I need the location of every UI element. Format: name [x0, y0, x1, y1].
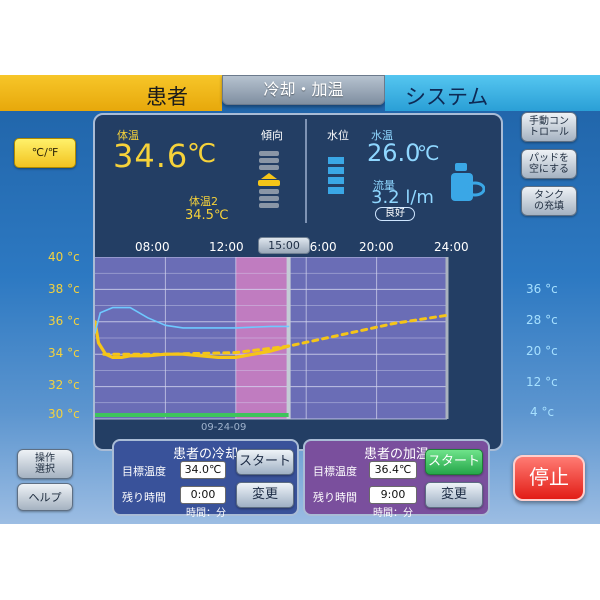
operation-select-button[interactable]: 操作 選択	[17, 449, 73, 479]
body-temp2-value: 34.5℃	[185, 208, 229, 223]
patient-heating-panel: 患者の加温 目標温度 36.4℃ 残り時間 9:00 時間：分 スタート 変更	[303, 439, 490, 519]
heating-target-field[interactable]: 36.4℃	[369, 461, 417, 479]
left-axis-tick-34: 34 °c	[48, 346, 80, 360]
left-axis-tick-36: 36 °c	[48, 314, 80, 328]
status-panel: 体温 34.6 ℃ 傾向 体温2 34.5℃ 水位 水温 26.0 ℃ 流量 3…	[93, 113, 503, 451]
fill-tank-label-2: の充填	[534, 201, 564, 212]
left-axis-tick-32: 32 °c	[48, 378, 80, 392]
water-level-label: 水位	[327, 129, 349, 142]
time-label-0800: 08:00	[135, 240, 170, 254]
right-axis-tick-20: 20 °c	[526, 344, 558, 358]
cooling-start-button[interactable]: スタート	[236, 449, 294, 475]
temperature-chart: 09-24-09	[95, 257, 449, 433]
unit-toggle-button[interactable]: ℃/℉	[14, 138, 76, 168]
manual-control-button[interactable]: 手動コン トロール	[521, 112, 577, 142]
cooling-target-label: 目標温度	[122, 465, 166, 478]
app-window: 患者 冷却・加温 システム ℃/℉ 操作 選択 ヘルプ 手動コン トロール パッ…	[0, 75, 600, 524]
heating-remaining-field[interactable]: 9:00	[369, 486, 417, 504]
heating-start-button[interactable]: スタート	[425, 449, 483, 475]
help-button[interactable]: ヘルプ	[17, 483, 73, 511]
flow-value: 3.2 l/m	[371, 187, 434, 208]
time-label-2000: 20:00	[359, 240, 394, 254]
manual-control-label-1: 手動コン	[529, 116, 569, 127]
patient-cooling-panel: 患者の冷却 目標温度 34.0℃ 残り時間 0:00 時間：分 スタート 変更	[112, 439, 299, 519]
tab-cool-heat-label: 冷却・加温	[263, 80, 344, 99]
water-temp-unit: ℃	[417, 141, 440, 165]
body-temp-unit: ℃	[187, 139, 217, 169]
empty-pad-label-2: 空にする	[528, 164, 570, 175]
body-temp-value: 34.6	[113, 137, 189, 175]
heating-time-unit: 時間：分	[373, 508, 413, 519]
water-temp-value: 26.0	[367, 139, 421, 167]
flow-status-badge: 良好	[375, 207, 415, 221]
tab-system[interactable]: システム	[385, 75, 600, 111]
manual-control-label-2: トロール	[529, 127, 569, 138]
heating-target-label: 目標温度	[313, 465, 357, 478]
right-axis-tick-36: 36 °c	[526, 282, 558, 296]
right-axis-tick-12: 12 °c	[526, 375, 558, 389]
fill-tank-label-1: タンク	[534, 190, 564, 201]
status-divider	[305, 119, 307, 223]
chart-date-label: 09-24-09	[201, 422, 246, 433]
tab-patient[interactable]: 患者	[0, 75, 222, 111]
time-label-2400: 24:00	[434, 240, 469, 254]
tab-system-label: システム	[405, 85, 489, 109]
trend-label: 傾向	[261, 129, 283, 142]
right-axis-tick-28: 28 °c	[526, 313, 558, 327]
heating-remaining-label: 残り時間	[313, 491, 357, 504]
right-axis-tick-4: 4 °c	[530, 405, 555, 419]
body-temp2-label: 体温2	[189, 195, 218, 208]
cooling-remaining-field[interactable]: 0:00	[180, 486, 226, 504]
tab-cool-heat[interactable]: 冷却・加温	[222, 75, 385, 105]
fill-tank-button[interactable]: タンク の充填	[521, 186, 577, 216]
trend-icon	[258, 151, 280, 208]
cooling-change-button[interactable]: 変更	[236, 482, 294, 508]
chart-active-bar	[95, 413, 289, 417]
stop-button[interactable]: 停止	[513, 455, 585, 501]
operation-select-label-2: 選択	[35, 464, 55, 475]
water-level-icon	[328, 157, 344, 194]
water-tank-icon	[451, 163, 485, 201]
operation-select-label-1: 操作	[35, 453, 55, 464]
cooling-target-field[interactable]: 34.0℃	[180, 461, 226, 479]
help-label: ヘルプ	[28, 490, 62, 504]
left-axis-tick-38: 38 °c	[48, 282, 80, 296]
time-cursor-handle[interactable]: 15:00	[258, 237, 310, 254]
empty-pad-button[interactable]: パッドを 空にする	[521, 149, 577, 179]
time-label-1200: 12:00	[209, 240, 244, 254]
heating-change-button[interactable]: 変更	[425, 482, 483, 508]
cooling-time-unit: 時間：分	[186, 508, 226, 519]
left-axis-tick-30: 30 °c	[48, 407, 80, 421]
empty-pad-label-1: パッドを	[528, 153, 569, 164]
left-axis-tick-40: 40 °c	[48, 250, 80, 264]
tab-patient-label: 患者	[146, 85, 188, 109]
cooling-remaining-label: 残り時間	[122, 491, 166, 504]
